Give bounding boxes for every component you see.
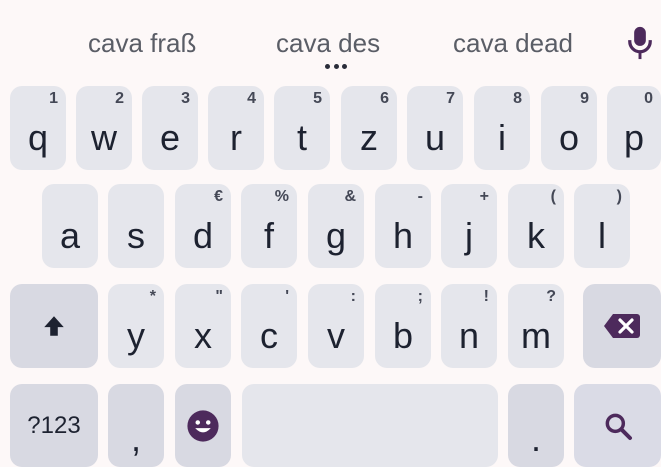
key-hint: 7 — [446, 90, 455, 107]
key-u[interactable]: 7 u — [407, 86, 463, 170]
key-label: t — [296, 117, 307, 158]
key-x[interactable]: " x — [175, 284, 231, 368]
key-hint: ? — [546, 288, 556, 305]
key-label: p — [623, 117, 645, 158]
key-hint: & — [344, 188, 356, 205]
key-hint: 6 — [380, 90, 389, 107]
shift-key[interactable] — [10, 284, 98, 368]
key-label: z — [360, 117, 378, 158]
key-label: u — [424, 117, 446, 158]
key-e[interactable]: 3 e — [142, 86, 198, 170]
key-label: v — [327, 315, 345, 356]
more-dots-icon[interactable] — [325, 64, 347, 70]
comma-label: , — [130, 418, 141, 459]
key-hint: + — [479, 188, 489, 205]
key-y[interactable]: * y — [108, 284, 164, 368]
key-label: r — [230, 117, 242, 158]
key-label: d — [192, 215, 214, 256]
key-label: m — [521, 315, 551, 356]
key-label: o — [558, 117, 580, 158]
search-key[interactable] — [574, 384, 661, 467]
key-label: a — [59, 215, 81, 256]
microphone-icon[interactable] — [622, 24, 658, 62]
suggestion-3[interactable]: cava dead — [453, 28, 573, 59]
key-label: b — [392, 315, 414, 356]
key-h[interactable]: - h — [375, 184, 431, 268]
key-s[interactable]: s — [108, 184, 164, 268]
key-hint: 2 — [115, 90, 124, 107]
symbols-key[interactable]: ?123 — [10, 384, 98, 467]
key-label: s — [127, 215, 145, 256]
key-hint: 5 — [313, 90, 322, 107]
key-hint: ! — [483, 288, 489, 305]
key-o[interactable]: 9 o — [541, 86, 597, 170]
symbols-label: ?123 — [27, 411, 81, 439]
emoji-key[interactable] — [175, 384, 231, 467]
key-hint: : — [350, 288, 356, 305]
key-a[interactable]: a — [42, 184, 98, 268]
key-hint: * — [149, 288, 156, 305]
key-label: j — [465, 215, 473, 256]
key-d[interactable]: € d — [175, 184, 231, 268]
key-hint: ( — [550, 188, 556, 205]
key-m[interactable]: ? m — [508, 284, 564, 368]
key-hint: 8 — [513, 90, 522, 107]
key-label: e — [159, 117, 181, 158]
key-i[interactable]: 8 i — [474, 86, 530, 170]
key-label: w — [91, 117, 117, 158]
key-k[interactable]: ( k — [508, 184, 564, 268]
suggestion-2[interactable]: cava des — [276, 28, 380, 59]
key-hint: - — [417, 188, 423, 205]
comma-key[interactable]: , — [108, 384, 164, 467]
key-w[interactable]: 2 w — [76, 86, 132, 170]
key-r[interactable]: 4 r — [208, 86, 264, 170]
period-key[interactable]: . — [508, 384, 564, 467]
suggestion-strip: cava fraß cava des cava dead — [0, 0, 661, 80]
key-hint: ; — [417, 288, 423, 305]
spacebar[interactable] — [242, 384, 498, 467]
key-hint: " — [215, 288, 223, 305]
key-hint: % — [274, 188, 289, 205]
key-label: c — [260, 315, 278, 356]
key-hint: ' — [285, 288, 289, 305]
backspace-key[interactable] — [583, 284, 661, 368]
key-q[interactable]: 1 q — [10, 86, 66, 170]
key-b[interactable]: ; b — [375, 284, 431, 368]
suggestion-1[interactable]: cava fraß — [88, 28, 196, 59]
key-c[interactable]: ' c — [241, 284, 297, 368]
shift-arrow-icon — [10, 284, 98, 368]
search-icon — [574, 384, 661, 467]
key-t[interactable]: 5 t — [274, 86, 330, 170]
key-p[interactable]: 0 p — [607, 86, 661, 170]
key-label: f — [263, 215, 274, 256]
key-hint: 3 — [181, 90, 190, 107]
key-label: q — [27, 117, 49, 158]
key-v[interactable]: : v — [308, 284, 364, 368]
key-label: g — [325, 215, 347, 256]
emoji-icon — [175, 384, 231, 467]
key-hint: 4 — [247, 90, 256, 107]
period-label: . — [530, 418, 541, 459]
key-hint: 9 — [580, 90, 589, 107]
key-label: y — [127, 315, 145, 356]
key-label: h — [392, 215, 414, 256]
key-z[interactable]: 6 z — [341, 86, 397, 170]
key-n[interactable]: ! n — [441, 284, 497, 368]
key-hint: 1 — [49, 90, 58, 107]
key-j[interactable]: + j — [441, 184, 497, 268]
key-label: k — [527, 215, 545, 256]
key-l[interactable]: ) l — [574, 184, 630, 268]
key-g[interactable]: & g — [308, 184, 364, 268]
key-label: x — [194, 315, 212, 356]
key-label: l — [598, 215, 606, 256]
key-hint: ) — [616, 188, 622, 205]
key-hint: 0 — [644, 90, 653, 107]
key-label: i — [498, 117, 506, 158]
key-f[interactable]: % f — [241, 184, 297, 268]
backspace-icon — [583, 284, 661, 368]
key-hint: € — [214, 188, 223, 205]
key-label: n — [458, 315, 480, 356]
